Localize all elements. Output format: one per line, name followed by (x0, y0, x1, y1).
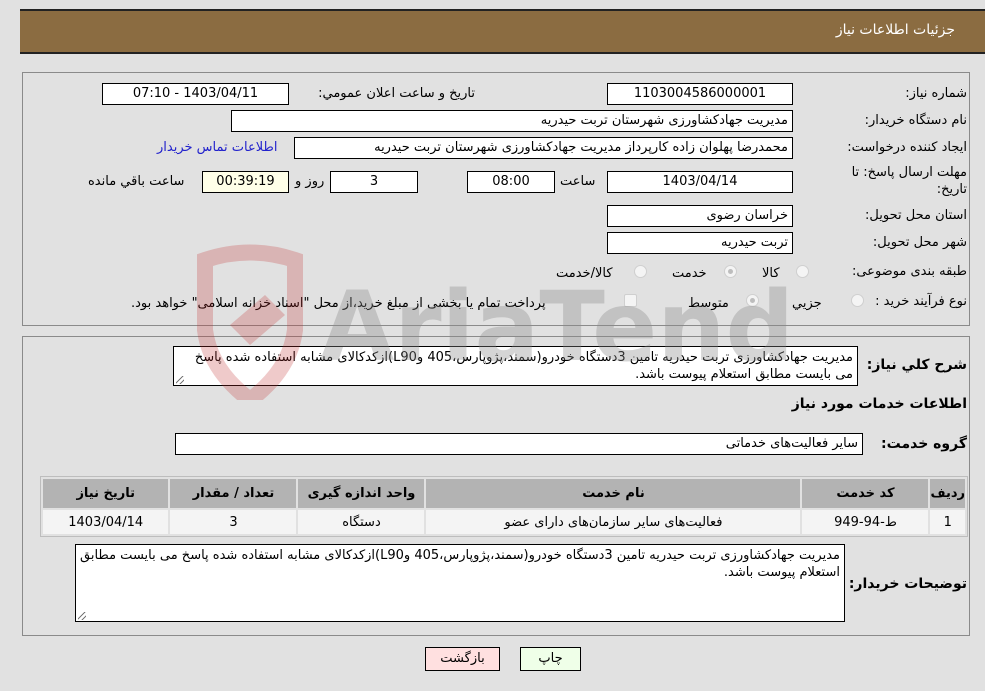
table-row: 1 ط-94-949 فعالیت‌های سایر سازمان‌های دا… (43, 510, 965, 534)
general-desc-textarea[interactable]: مدیریت جهادکشاورزی تربت حیدریه تامین 3دس… (173, 346, 858, 386)
requester-label: ایجاد کننده درخواست: (847, 140, 967, 155)
cell-need-date: 1403/04/14 (43, 510, 169, 534)
col-header-service-code: کد خدمت (802, 479, 929, 508)
deadline-label-line1: مهلت ارسال پاسخ: تا (851, 165, 967, 180)
deadline-time-field[interactable]: 08:00 (467, 171, 555, 193)
province-label: استان محل تحویل: (865, 208, 967, 223)
days-label: روز و (295, 174, 325, 189)
category-option-service: خدمت (672, 266, 707, 281)
table-header-row: ردیف کد خدمت نام خدمت واحد اندازه گیری ت… (43, 479, 965, 508)
category-option-goods-service: کالا/خدمت (556, 266, 613, 281)
print-button[interactable]: چاپ (520, 647, 581, 671)
cell-row-number: 1 (930, 510, 965, 534)
deadline-date-field[interactable]: 1403/04/14 (607, 171, 793, 193)
cell-service-code: ط-94-949 (802, 510, 929, 534)
deadline-time-label: ساعت (560, 174, 596, 189)
category-radio-goods[interactable] (796, 265, 809, 278)
cell-quantity: 3 (170, 510, 297, 534)
cell-unit: دستگاه (298, 510, 425, 534)
service-group-label: گروه خدمت: (881, 436, 967, 452)
cell-service-name: فعالیت‌های سایر سازمان‌های دارای عضو (426, 510, 801, 534)
buyer-notes-textarea[interactable]: مدیریت جهادکشاورزی تربت حیدریه تامین 3دس… (75, 544, 845, 622)
resize-grip-icon[interactable] (78, 612, 86, 620)
buyer-org-field[interactable]: مدیریت جهادکشاورزی شهرستان تربت حیدریه (231, 110, 793, 132)
buyer-notes-label: توضیحات خریدار: (848, 576, 967, 592)
deadline-label-line2: تاریخ: (936, 182, 967, 197)
services-heading: اطلاعات خدمات مورد نیاز (791, 396, 967, 412)
col-header-need-date: تاریخ نیاز (43, 479, 169, 508)
general-desc-label: شرح کلي نیاز: (866, 357, 967, 373)
announce-datetime-label: تاریخ و ساعت اعلان عمومي: (318, 86, 475, 101)
col-header-service-name: نام خدمت (426, 479, 801, 508)
buyer-org-label: نام دستگاه خریدار: (864, 113, 967, 128)
city-field[interactable]: تربت حیدریه (607, 232, 793, 254)
requester-field[interactable]: محمدرضا پهلوان زاده کارپرداز مدیریت جهاد… (294, 137, 793, 159)
resize-grip-icon[interactable] (176, 376, 184, 384)
page-header: جزئیات اطلاعات نیاز (20, 9, 985, 54)
col-header-quantity: تعداد / مقدار (170, 479, 297, 508)
page-title: جزئیات اطلاعات نیاز (835, 22, 955, 38)
treasury-note: پرداخت تمام یا بخشی از مبلغ خرید،از محل … (131, 296, 546, 311)
category-radio-goods-service[interactable] (634, 265, 647, 278)
city-label: شهر محل تحویل: (872, 235, 967, 250)
col-header-row-number: ردیف (930, 479, 965, 508)
time-remaining-field: 00:39:19 (202, 171, 289, 193)
need-number-label: شماره نیاز: (905, 86, 967, 101)
purchase-option-medium: متوسط (688, 296, 729, 311)
purchase-radio-medium[interactable] (746, 294, 759, 307)
announce-datetime-field[interactable]: 1403/04/11 - 07:10 (102, 83, 289, 105)
category-option-goods: کالا (762, 266, 780, 281)
days-remaining-field[interactable]: 3 (330, 171, 418, 193)
province-field[interactable]: خراسان رضوی (607, 205, 793, 227)
treasury-checkbox[interactable] (624, 294, 637, 307)
buyer-notes-text: مدیریت جهادکشاورزی تربت حیدریه تامین 3دس… (80, 548, 840, 580)
col-header-unit: واحد اندازه گیری (298, 479, 425, 508)
purchase-type-label: نوع فرآیند خرید : (875, 294, 967, 309)
service-group-field[interactable]: سایر فعالیت‌های خدماتی (175, 433, 863, 455)
back-button[interactable]: بازگشت (425, 647, 500, 671)
need-number-field[interactable]: 1103004586000001 (607, 83, 793, 105)
services-table: ردیف کد خدمت نام خدمت واحد اندازه گیری ت… (40, 476, 968, 537)
general-desc-text: مدیریت جهادکشاورزی تربت حیدریه تامین 3دس… (194, 350, 853, 382)
purchase-option-minor: جزیي (792, 296, 822, 311)
purchase-radio-minor[interactable] (851, 294, 864, 307)
buyer-contact-link[interactable]: اطلاعات تماس خریدار (157, 140, 277, 155)
time-remaining-label: ساعت باقي مانده (88, 174, 185, 189)
category-radio-service[interactable] (724, 265, 737, 278)
category-label: طبقه بندی موضوعی: (851, 264, 967, 279)
